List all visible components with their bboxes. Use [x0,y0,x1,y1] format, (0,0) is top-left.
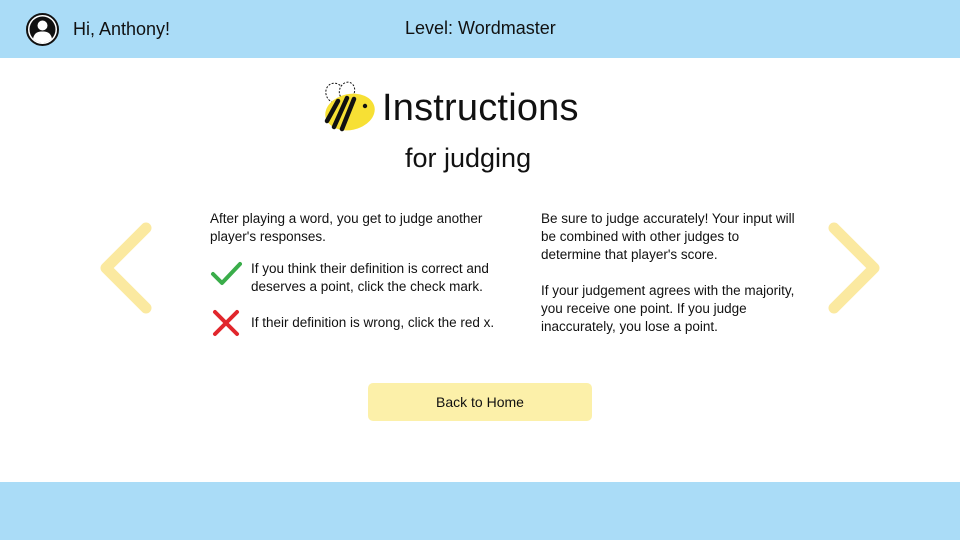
chevron-right-icon[interactable] [824,218,884,318]
wrong-rule-text: If their definition is wrong, click the … [251,315,495,330]
correct-rule-text: If you think their definition is correct… [251,261,489,294]
check-icon[interactable] [210,258,242,290]
page-subtitle: for judging [405,143,532,173]
user-avatar-icon[interactable] [26,13,59,46]
chevron-left-icon[interactable] [96,218,156,318]
x-icon[interactable] [210,308,242,340]
top-bar: Hi, Anthony! Level: Wordmaster [0,0,960,58]
scoring-text: If your judgement agrees with the majori… [541,283,795,334]
bottom-bar [0,482,960,540]
page-title: Instructions [382,87,579,129]
bee-icon [324,81,375,132]
intro-text: After playing a word, you get to judge a… [210,211,483,244]
instructions-left-column: After playing a word, you get to judge a… [210,210,520,336]
instructions-right-column: Be sure to judge accurately! Your input … [541,210,801,336]
user-greeting: Hi, Anthony! [73,19,171,39]
back-to-home-button[interactable]: Back to Home [368,383,592,421]
level-label: Level: Wordmaster [405,18,556,38]
accuracy-text: Be sure to judge accurately! Your input … [541,211,795,262]
